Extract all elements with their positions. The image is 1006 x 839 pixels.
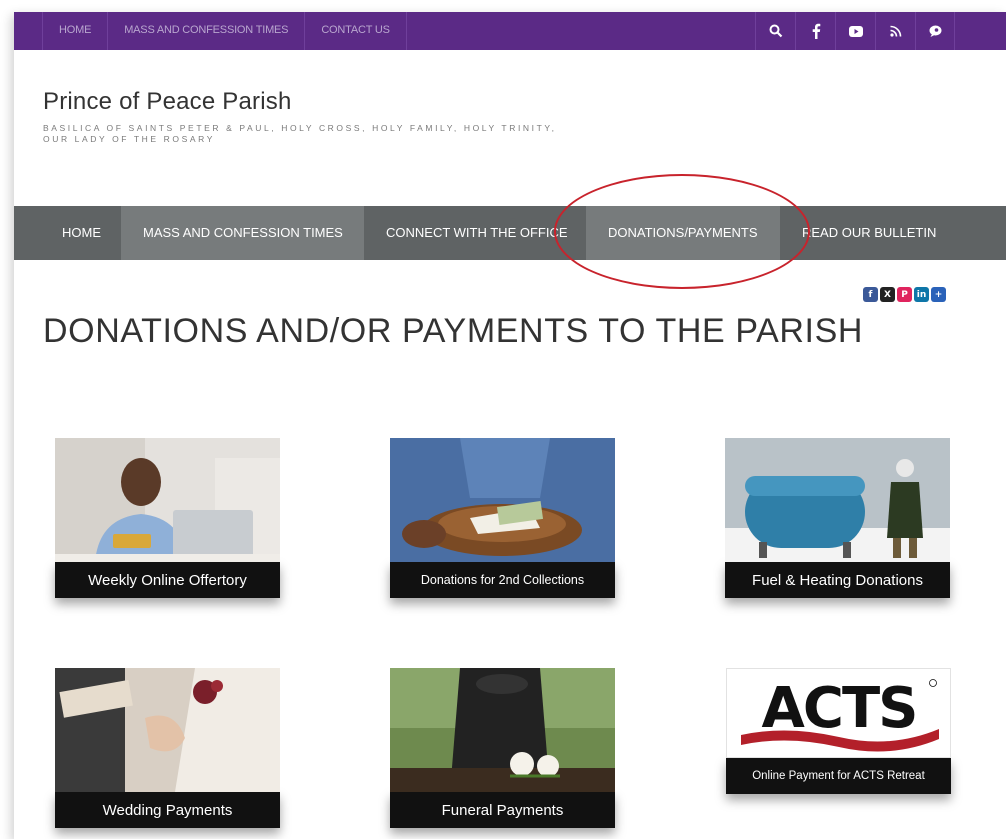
tile-second-collections[interactable]: Donations for 2nd Collections <box>390 438 615 598</box>
top-nav-home[interactable]: HOME <box>42 12 107 50</box>
oil-tank-image <box>725 438 950 562</box>
tile-label: Wedding Payments <box>55 792 280 828</box>
tile-fuel-heating[interactable]: Fuel & Heating Donations <box>725 438 950 598</box>
top-nav-contact[interactable]: CONTACT US <box>304 12 407 50</box>
browser-page: HOME MASS AND CONFESSION TIMES CONTACT U… <box>14 12 1006 839</box>
nav-bulletin[interactable]: READ OUR BULLETIN <box>780 206 958 260</box>
tile-wedding-payments[interactable]: Wedding Payments <box>55 668 280 828</box>
woman-laptop-image <box>55 438 280 562</box>
page-title: DONATIONS AND/OR PAYMENTS TO THE PARISH <box>43 312 864 350</box>
nav-home[interactable]: HOME <box>14 206 121 260</box>
facebook-icon[interactable]: f <box>863 287 878 302</box>
nav-mass-times[interactable]: MASS AND CONFESSION TIMES <box>121 206 364 260</box>
tile-label: Online Payment for ACTS Retreat <box>726 758 951 794</box>
social-icons <box>755 12 955 50</box>
pinterest-icon[interactable]: P <box>897 287 912 302</box>
main-nav: HOME MASS AND CONFESSION TIMES CONNECT W… <box>14 206 1006 260</box>
search-icon[interactable] <box>755 12 795 50</box>
offering-plate-image <box>390 438 615 562</box>
nav-donations-payments[interactable]: DONATIONS/PAYMENTS <box>586 206 780 260</box>
funeral-image <box>390 668 615 792</box>
share-buttons: f X P in + <box>863 287 946 302</box>
wedding-image <box>55 668 280 792</box>
tile-acts-retreat[interactable]: ACTS Online Payment for ACTS Retreat <box>726 668 951 794</box>
acts-logo: ACTS <box>726 668 951 758</box>
rss-icon[interactable] <box>875 12 915 50</box>
tile-label: Funeral Payments <box>390 792 615 828</box>
x-icon[interactable]: X <box>880 287 895 302</box>
facebook-icon[interactable] <box>795 12 835 50</box>
chat-icon[interactable] <box>915 12 955 50</box>
site-tagline: BASILICA OF SAINTS PETER & PAUL, HOLY CR… <box>43 123 557 144</box>
tile-label: Donations for 2nd Collections <box>390 562 615 598</box>
tile-funeral-payments[interactable]: Funeral Payments <box>390 668 615 828</box>
tile-label: Fuel & Heating Donations <box>725 562 950 598</box>
top-nav: HOME MASS AND CONFESSION TIMES CONTACT U… <box>42 12 407 50</box>
plus-icon[interactable]: + <box>931 287 946 302</box>
tile-weekly-offertory[interactable]: Weekly Online Offertory <box>55 438 280 598</box>
youtube-icon[interactable] <box>835 12 875 50</box>
linkedin-icon[interactable]: in <box>914 287 929 302</box>
nav-connect-office[interactable]: CONNECT WITH THE OFFICE <box>364 206 586 260</box>
site-title[interactable]: Prince of Peace Parish <box>43 88 292 116</box>
top-nav-mass-times[interactable]: MASS AND CONFESSION TIMES <box>107 12 304 50</box>
top-utility-bar: HOME MASS AND CONFESSION TIMES CONTACT U… <box>14 12 1006 50</box>
tile-label: Weekly Online Offertory <box>55 562 280 598</box>
